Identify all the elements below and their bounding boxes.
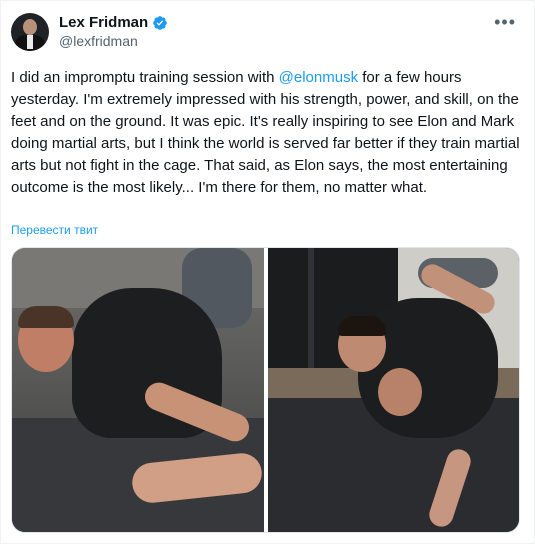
author-name-row: Lex Fridman xyxy=(59,14,168,31)
media-grid xyxy=(11,247,520,533)
author-name[interactable]: Lex Fridman xyxy=(59,14,148,31)
photo-2[interactable] xyxy=(268,248,519,532)
tweet-card: Lex Fridman @lexfridman ••• I did an imp… xyxy=(0,0,535,544)
avatar-face xyxy=(23,19,37,35)
tweet-text-after: for a few hours yesterday. I'm extremely… xyxy=(11,69,520,196)
avatar[interactable] xyxy=(11,13,49,51)
more-horizontal-icon[interactable]: ••• xyxy=(494,13,516,31)
photo-2-head-2 xyxy=(378,368,422,416)
tweet-text: I did an impromptu training session with… xyxy=(11,67,526,199)
avatar-shirt xyxy=(27,35,33,49)
tweet-text-before: I did an impromptu training session with xyxy=(11,69,279,86)
photo-1-hair xyxy=(18,306,74,328)
photo-2-hair-1 xyxy=(338,316,386,336)
verified-badge-icon xyxy=(153,15,168,30)
photo-2-window-frame xyxy=(308,248,314,368)
mention-link[interactable]: @elonmusk xyxy=(279,69,358,86)
author-handle[interactable]: @lexfridman xyxy=(59,33,138,49)
photo-1[interactable] xyxy=(12,248,264,532)
translate-link[interactable]: Перевести твит xyxy=(11,223,98,237)
